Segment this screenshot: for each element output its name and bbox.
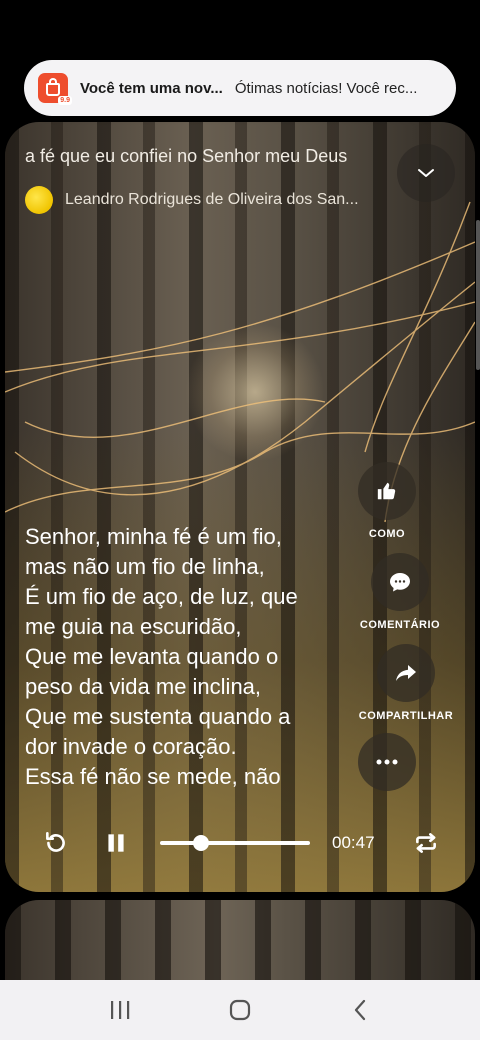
notification-title: Você tem uma nov...: [80, 79, 223, 97]
lyrics-line: É um fio de aço, de luz, que: [25, 584, 298, 609]
lyrics-line: mas não um fio de linha,: [25, 554, 265, 579]
lyrics-line: Que me sustenta quando a: [25, 704, 291, 729]
collapse-button[interactable]: [397, 144, 455, 202]
home-icon: [229, 999, 251, 1021]
replay-icon[interactable]: [43, 830, 69, 856]
back-button[interactable]: [340, 990, 380, 1030]
repeat-icon[interactable]: [413, 830, 439, 856]
lyrics-line: Senhor, minha fé é um fio,: [25, 524, 282, 549]
lyrics-text: Senhor, minha fé é um fio, mas não um fi…: [25, 522, 345, 792]
share-icon: [396, 665, 416, 681]
more-action[interactable]: [332, 733, 442, 791]
lyrics-line: me guia na escuridão,: [25, 614, 242, 639]
lyrics-line: Essa fé não se mede, não: [25, 764, 281, 789]
lyrics-line: dor invade o coração.: [25, 734, 237, 759]
notification-body: Ótimas notícias! Você rec...: [234, 79, 418, 97]
next-card-preview[interactable]: [5, 900, 475, 990]
notification-badge: 9.9: [58, 96, 72, 105]
shopee-bag-icon: 9.9: [38, 73, 72, 105]
share-button[interactable]: [377, 644, 435, 702]
comment-action[interactable]: COMENTÁRIO: [345, 553, 455, 631]
recents-icon: [111, 1001, 130, 1019]
comment-label: COMENTÁRIO: [359, 619, 441, 631]
like-action[interactable]: COMO: [332, 462, 442, 540]
progress-bar[interactable]: [160, 841, 310, 845]
elapsed-time: 00:47: [332, 833, 375, 852]
lyrics-line: peso da vida me inclina,: [25, 674, 262, 699]
like-button[interactable]: [358, 462, 416, 520]
pause-icon[interactable]: [103, 830, 129, 856]
more-button[interactable]: [358, 733, 416, 791]
like-label: COMO: [368, 528, 406, 540]
more-icon: [376, 759, 398, 765]
artist-row[interactable]: Leandro Rodrigues de Oliveira dos San...: [25, 186, 359, 214]
navigation-bar: [0, 980, 480, 1040]
chevron-down-icon: [418, 169, 434, 177]
comment-icon: [390, 573, 410, 592]
share-action[interactable]: COMPARTILHAR: [351, 644, 461, 722]
progress-knob[interactable]: [192, 835, 209, 851]
recents-button[interactable]: [100, 990, 140, 1030]
lyrics-line: Que me levanta quando o: [25, 644, 279, 669]
share-label: COMPARTILHAR: [358, 710, 454, 722]
artist-name[interactable]: Leandro Rodrigues de Oliveira dos San...: [65, 191, 359, 209]
back-icon: [354, 999, 366, 1021]
artist-avatar[interactable]: [25, 186, 53, 214]
playback-controls: 00:47: [5, 822, 475, 862]
song-title: a fé que eu confiei no Senhor meu Deus: [25, 146, 348, 166]
player-card[interactable]: a fé que eu confiei no Senhor meu Deus L…: [5, 122, 475, 892]
comment-button[interactable]: [371, 553, 429, 611]
notification-banner[interactable]: 9.9 Você tem uma nov... Ótimas notícias!…: [24, 60, 456, 116]
thumbs-up-icon: [377, 482, 396, 500]
home-button[interactable]: [220, 990, 260, 1030]
scrollbar[interactable]: [476, 220, 480, 370]
